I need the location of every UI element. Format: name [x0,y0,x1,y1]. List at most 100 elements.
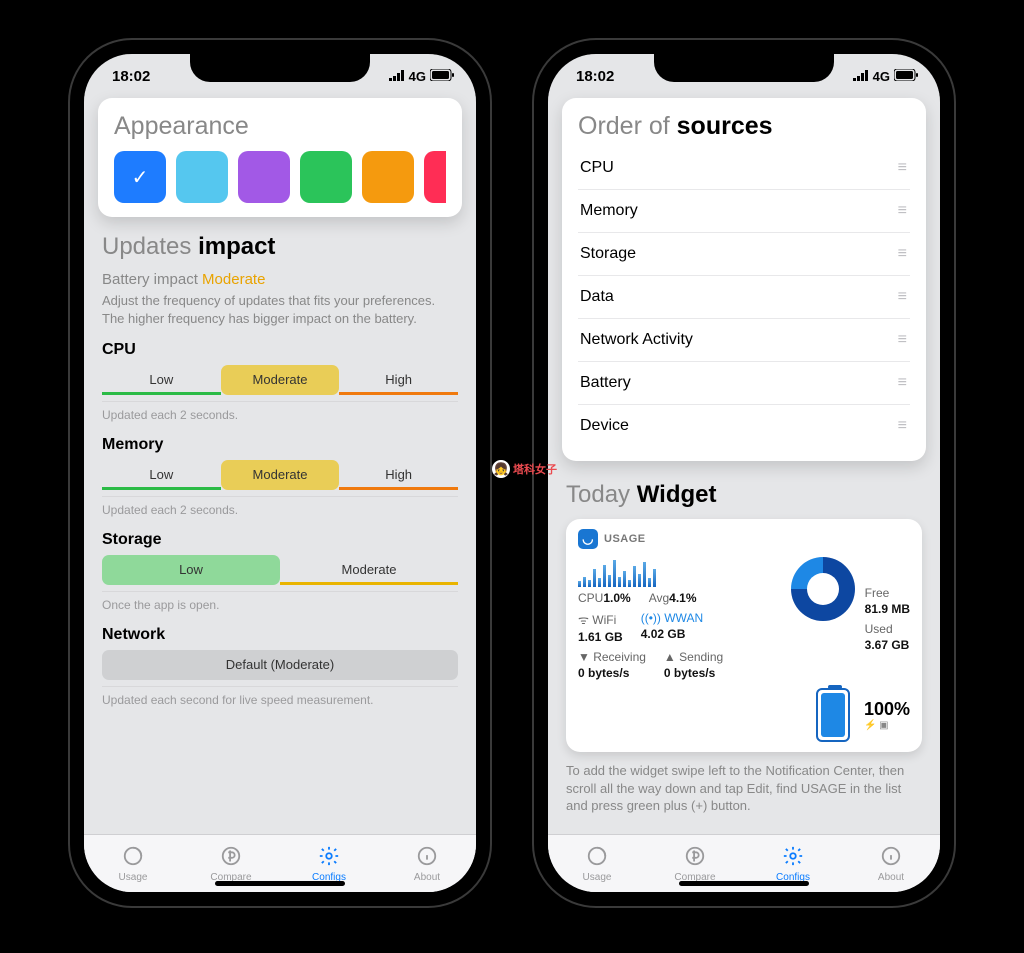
order-row[interactable]: Network Activity ≡ [578,318,910,361]
order-label: Device [580,417,629,435]
updates-title-bold: impact [198,233,275,260]
charging-icons: ⚡ ▣ [864,720,889,731]
freq-option[interactable]: Default (Moderate) [102,650,458,680]
drag-handle-icon[interactable]: ≡ [898,288,908,306]
freq-hint: Updated each 2 seconds. [102,496,458,517]
usage-app-icon: ◡ [578,529,598,549]
drag-handle-icon[interactable]: ≡ [898,245,908,263]
battery-big-icon [816,688,850,742]
freq-name: Memory [102,436,458,454]
freq-option[interactable]: Moderate [221,460,340,490]
order-label: Network Activity [580,331,693,349]
usage-chip-label: USAGE [604,533,646,545]
widget-title-bold: Widget [637,481,717,508]
updates-title-light: Updates [102,233,191,260]
battery-impact-label: Battery impact [102,271,198,288]
drag-handle-icon[interactable]: ≡ [898,331,908,349]
order-label: Memory [580,202,638,220]
cpu-sparkline [578,557,781,587]
tab-icon [684,845,706,870]
order-label: Data [580,288,614,306]
today-widget-section: Today Widget ◡ USAGE [562,481,926,815]
tab-icon [782,845,804,870]
notch [190,54,370,82]
notch [654,54,834,82]
order-label: Storage [580,245,636,263]
freq-option[interactable]: Low [102,365,221,395]
widget-title-light: Today [566,481,630,508]
color-swatch[interactable] [176,151,228,203]
tab-about[interactable]: About [842,835,940,892]
phone-right: 18:02 4G Order of sources [534,40,954,906]
updates-section: Updates impact Battery impact Moderate A… [98,233,462,707]
order-row[interactable]: Storage ≡ [578,232,910,275]
color-swatch[interactable] [424,151,446,203]
tab-label: Usage [119,872,148,883]
tab-usage[interactable]: Usage [84,835,182,892]
drag-handle-icon[interactable]: ≡ [898,374,908,392]
status-time: 18:02 [576,68,614,85]
updates-desc: Adjust the frequency of updates that fit… [102,292,458,327]
order-row[interactable]: Data ≡ [578,275,910,318]
order-label: CPU [580,159,614,177]
freq-name: CPU [102,341,458,359]
freq-block-storage: Storage LowModerate Once the app is open. [102,531,458,612]
tab-usage[interactable]: Usage [548,835,646,892]
order-title-light: Order of [578,112,670,140]
battery-impact-value: Moderate [202,271,265,288]
freq-hint: Once the app is open. [102,591,458,612]
order-row[interactable]: Memory ≡ [578,189,910,232]
battery-percent: 100% [864,699,910,720]
watermark: 👧塔科女子 [492,460,557,478]
widget-help: To add the widget swipe left to the Noti… [566,762,922,815]
order-row[interactable]: Device ≡ [578,404,910,447]
freq-name: Network [102,626,458,644]
freq-option[interactable]: Moderate [280,555,458,585]
tab-icon [416,845,438,870]
appearance-card: Appearance ✓ [98,98,462,217]
freq-option[interactable]: High [339,365,458,395]
status-net: 4G [409,69,426,84]
order-row[interactable]: CPU ≡ [578,147,910,189]
battery-icon [430,69,454,84]
drag-handle-icon[interactable]: ≡ [898,417,908,435]
tab-label: About [414,872,440,883]
phone-left: 18:02 4G Appearance ✓ [70,40,490,906]
freq-block-network: Network Default (Moderate) Updated each se… [102,626,458,707]
freq-option[interactable]: Low [102,555,280,585]
battery-icon [894,69,918,84]
order-label: Battery [580,374,631,392]
freq-option[interactable]: High [339,460,458,490]
order-title-bold: sources [677,112,773,140]
tab-icon [586,845,608,870]
storage-donut-icon [791,557,855,621]
appearance-title: Appearance [114,112,249,140]
freq-hint: Updated each 2 seconds. [102,401,458,422]
drag-handle-icon[interactable]: ≡ [898,202,908,220]
freq-hint: Updated each second for live speed measu… [102,686,458,707]
home-indicator[interactable] [215,881,345,886]
tab-icon [880,845,902,870]
freq-option[interactable]: Moderate [221,365,340,395]
freq-block-cpu: CPU LowModerateHigh Updated each 2 seconds… [102,341,458,422]
tab-icon [122,845,144,870]
home-indicator[interactable] [679,881,809,886]
tab-icon [220,845,242,870]
widget-preview: ◡ USAGE CPU1.0% Avg4.1% [566,519,922,752]
signal-icon [389,69,405,84]
freq-option[interactable]: Low [102,460,221,490]
order-card: Order of sources CPU≡Memory≡Storage≡Data… [562,98,926,461]
status-time: 18:02 [112,68,150,85]
color-swatch[interactable] [300,151,352,203]
color-swatch[interactable]: ✓ [114,151,166,203]
color-swatch[interactable] [362,151,414,203]
status-net: 4G [873,69,890,84]
color-swatch[interactable] [238,151,290,203]
order-row[interactable]: Battery ≡ [578,361,910,404]
freq-name: Storage [102,531,458,549]
signal-icon [853,69,869,84]
tab-icon [318,845,340,870]
tab-about[interactable]: About [378,835,476,892]
drag-handle-icon[interactable]: ≡ [898,159,908,177]
freq-block-memory: Memory LowModerateHigh Updated each 2 seco… [102,436,458,517]
